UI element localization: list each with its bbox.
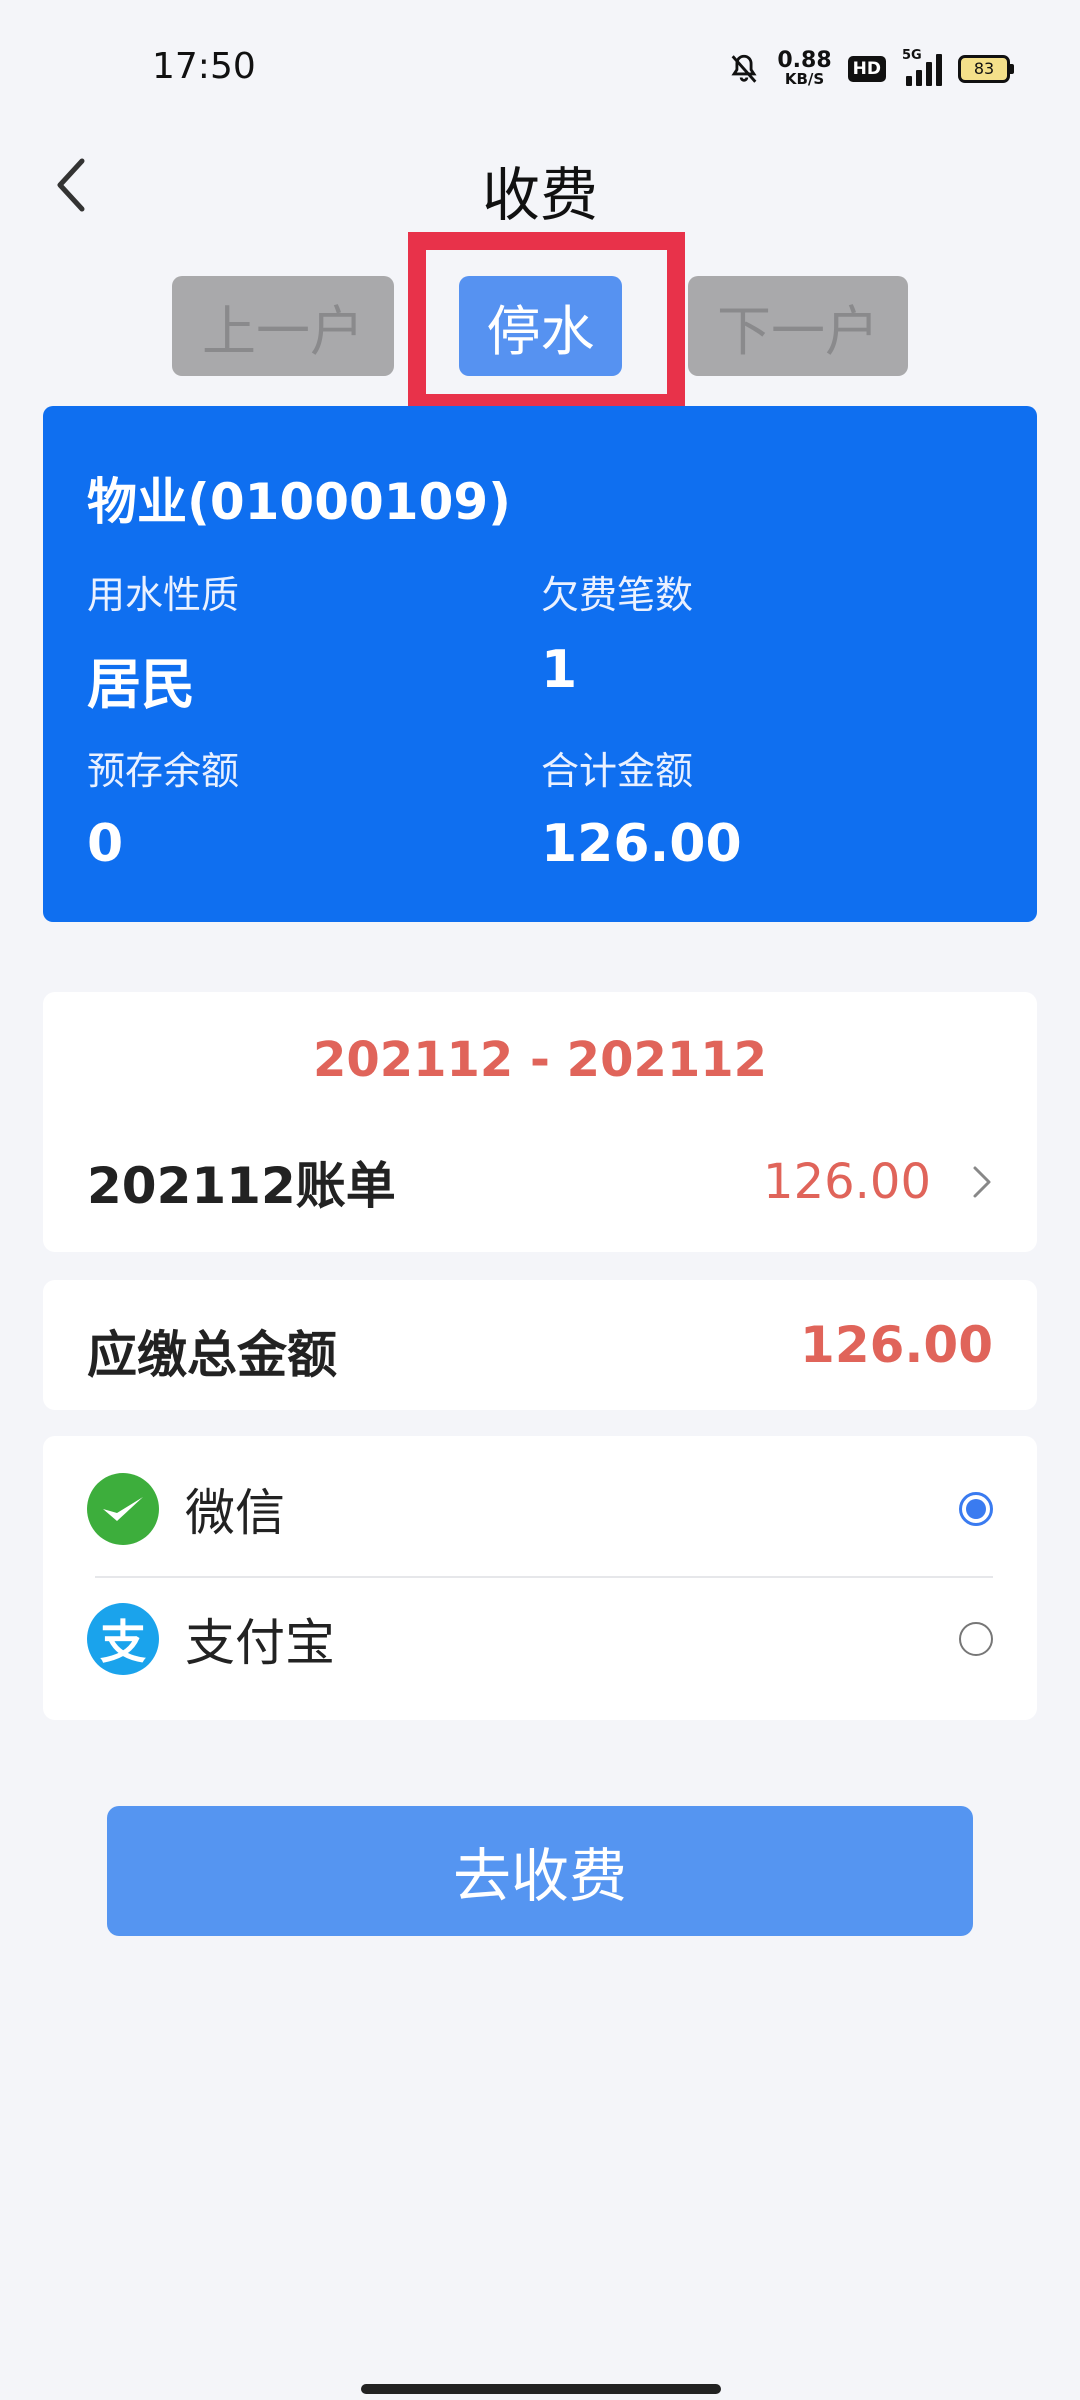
alipay-icon: 支	[87, 1602, 159, 1675]
signal-icon: 5G	[902, 48, 942, 86]
bill-name: 202112账单	[87, 1157, 396, 1215]
arrears-count-value: 1	[541, 640, 578, 700]
alipay-radio[interactable]	[959, 1621, 993, 1656]
bill-period: 202112 - 202112	[312, 1032, 768, 1088]
payment-label-wechat: 微信	[185, 1483, 285, 1542]
chevron-right-icon	[973, 1166, 991, 1198]
payment-option-wechat[interactable]: 微信	[87, 1446, 993, 1571]
prepaid-balance-label: 预存余额	[87, 749, 240, 793]
hd-badge: HD	[847, 55, 886, 82]
status-bar: 17:50 0.88 KB/S HD 5G 83	[0, 0, 1080, 140]
payment-method-card: 微信 支 支付宝	[43, 1436, 1037, 1720]
payment-option-alipay[interactable]: 支 支付宝	[87, 1576, 993, 1701]
prepaid-balance-value: 0	[87, 814, 124, 874]
total-amount-value: 126.00	[541, 814, 742, 874]
bill-card: 202112 - 202112 202112账单 126.00	[43, 992, 1037, 1252]
charge-button[interactable]: 去收费	[107, 1806, 973, 1936]
muted-bell-icon	[731, 54, 757, 83]
status-time: 17:50	[152, 46, 256, 87]
previous-household-button[interactable]: 上一户	[172, 276, 394, 376]
total-due-label: 应缴总金额	[87, 1326, 337, 1384]
page-title: 收费	[481, 161, 598, 229]
home-indicator[interactable]	[361, 2384, 721, 2394]
total-due-card: 应缴总金额 126.00	[43, 1280, 1037, 1410]
battery-level: 83	[958, 54, 1010, 83]
total-due-amount: 126.00	[800, 1316, 993, 1374]
bill-amount: 126.00	[763, 1154, 931, 1210]
wechat-radio[interactable]	[959, 1491, 993, 1526]
account-title: 物业(01000109)	[87, 473, 512, 531]
battery-icon: 83	[958, 54, 1014, 83]
next-household-button[interactable]: 下一户	[688, 276, 908, 376]
water-type-label: 用水性质	[87, 573, 240, 617]
status-icons: 0.88 KB/S HD 5G 83	[727, 48, 1014, 88]
payment-label-alipay: 支付宝	[185, 1613, 335, 1672]
bill-row[interactable]: 202112账单 126.00	[87, 1142, 993, 1222]
highlight-box	[408, 232, 685, 412]
total-amount-label: 合计金额	[541, 749, 694, 793]
account-info-card: 物业(01000109) 用水性质 居民 欠费笔数 1 预存余额 0 合计金额 …	[43, 406, 1037, 922]
water-type-value: 居民	[87, 653, 195, 716]
arrears-count-label: 欠费笔数	[541, 573, 694, 617]
network-speed: 0.88 KB/S	[777, 48, 832, 88]
network-type: 5G	[902, 47, 922, 63]
wechat-icon	[87, 1472, 159, 1545]
